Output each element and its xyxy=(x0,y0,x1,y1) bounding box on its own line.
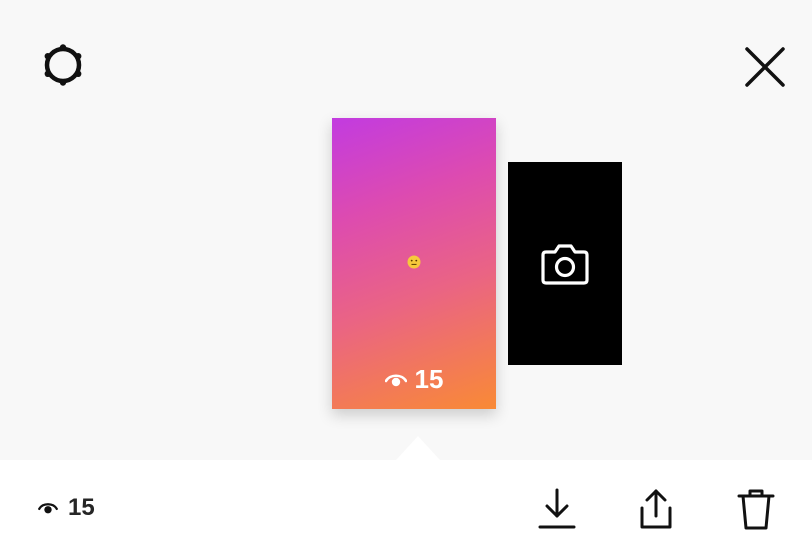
delete-button[interactable] xyxy=(732,484,780,534)
neutral-face-emoji xyxy=(407,255,421,269)
close-button[interactable] xyxy=(738,40,792,94)
story-thumbnail[interactable]: 15 xyxy=(332,118,496,409)
bottom-toolbar: 15 xyxy=(0,460,812,555)
eye-icon xyxy=(384,373,407,386)
viewer-count-text: 15 xyxy=(68,494,95,521)
trash-icon xyxy=(737,489,775,530)
gear-icon xyxy=(44,44,82,86)
story-archive-area: 15 xyxy=(0,0,812,460)
story-view-count-text: 15 xyxy=(414,364,444,394)
share-button[interactable] xyxy=(632,484,680,534)
eye-icon xyxy=(38,503,58,514)
share-icon xyxy=(640,489,672,529)
camera-icon xyxy=(541,243,589,285)
selection-pointer xyxy=(396,436,440,460)
viewers-button[interactable]: 15 xyxy=(38,494,95,522)
settings-button[interactable] xyxy=(36,38,90,92)
download-button[interactable] xyxy=(533,484,581,534)
add-story-camera-card[interactable] xyxy=(508,162,622,365)
download-icon xyxy=(538,488,576,529)
close-icon xyxy=(745,47,785,87)
story-view-count: 15 xyxy=(332,364,496,395)
